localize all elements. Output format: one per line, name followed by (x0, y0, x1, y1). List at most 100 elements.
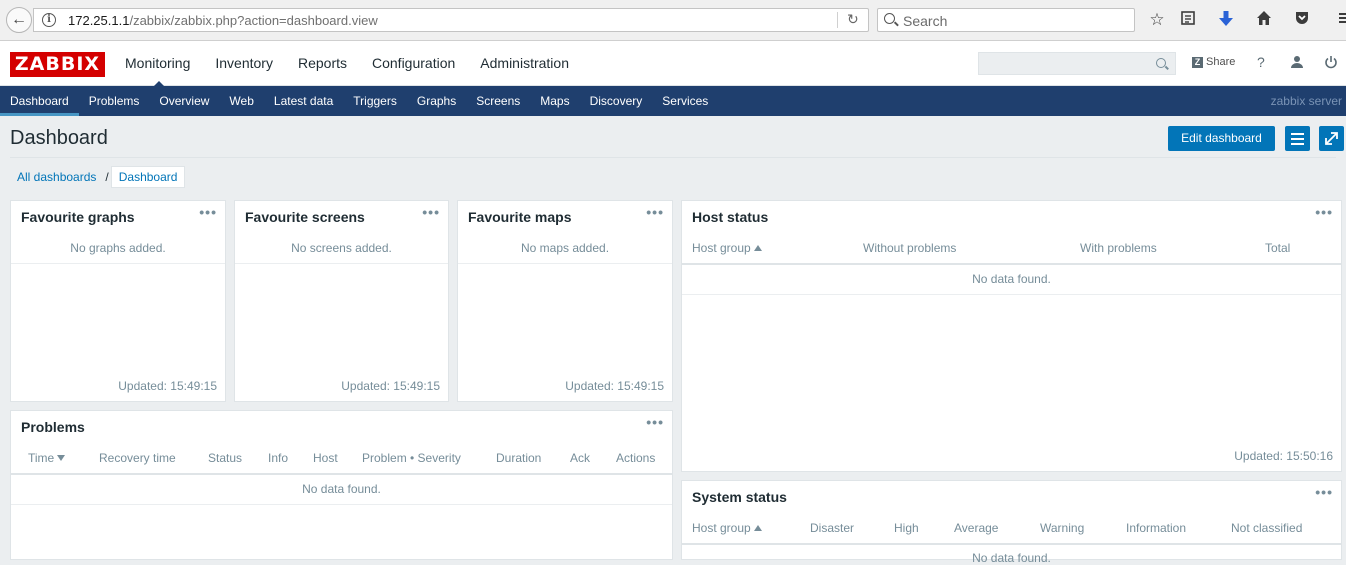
back-arrow-icon[interactable]: ← (6, 7, 32, 33)
server-name: zabbix server (1270, 94, 1342, 108)
column-header-not-classified: Not classified (1231, 521, 1303, 535)
submenu-overview[interactable]: Overview (149, 86, 219, 116)
widget-menu-icon[interactable]: ••• (1315, 204, 1333, 220)
submenu-services[interactable]: Services (652, 86, 718, 116)
sub-menu-bar: Dashboard Problems Overview Web Latest d… (0, 86, 1346, 116)
breadcrumb-dashboard[interactable]: Dashboard (110, 166, 186, 188)
empty-message: No maps added. (520, 241, 610, 255)
submenu-screens[interactable]: Screens (466, 86, 530, 116)
sign-out-icon[interactable] (1324, 55, 1338, 72)
updated-time: Updated: 15:49:15 (118, 379, 217, 393)
zabbix-share-icon: Z (1192, 56, 1203, 68)
help-icon[interactable]: ? (1257, 54, 1265, 70)
reading-list-icon[interactable] (1177, 10, 1199, 32)
widget-title: System status (692, 489, 787, 505)
column-header-host-group[interactable]: Host group (692, 521, 762, 535)
column-header-warning: Warning (1040, 521, 1085, 535)
global-search-input[interactable] (978, 52, 1176, 75)
updated-time: Updated: 15:49:15 (565, 379, 664, 393)
share-button[interactable]: Z Share (1192, 56, 1235, 68)
widget-title: Favourite maps (468, 209, 572, 225)
bookmark-star-icon[interactable]: ☆ (1146, 10, 1168, 32)
download-icon[interactable] (1215, 10, 1237, 32)
submenu-web[interactable]: Web (219, 86, 263, 116)
pocket-icon[interactable] (1291, 10, 1313, 32)
url-text: 172.25.1.1/zabbix/zabbix.php?action=dash… (68, 13, 378, 28)
search-placeholder: Search (903, 13, 948, 29)
column-header-host-group[interactable]: Host group (692, 241, 762, 255)
column-header-without-problems: Without problems (863, 241, 957, 255)
column-header-info: Info (268, 451, 289, 465)
browser-search-input[interactable]: Search (877, 8, 1135, 32)
sort-asc-icon (753, 525, 762, 531)
search-icon[interactable] (1156, 58, 1166, 68)
host-status-widget: Host status ••• Host group Without probl… (681, 200, 1342, 472)
sort-asc-icon (753, 245, 762, 251)
sort-desc-icon (57, 455, 66, 461)
browser-toolbar: ← i 172.25.1.1/zabbix/zabbix.php?action=… (0, 0, 1346, 41)
submenu-graphs[interactable]: Graphs (407, 86, 466, 116)
widget-menu-icon[interactable]: ••• (199, 204, 217, 220)
hamburger-menu-icon[interactable] (1334, 10, 1346, 32)
menu-reports[interactable]: Reports (298, 55, 347, 71)
user-profile-icon[interactable] (1290, 55, 1304, 72)
submenu-maps[interactable]: Maps (530, 86, 579, 116)
column-header-with-problems: With problems (1080, 241, 1157, 255)
submenu-triggers[interactable]: Triggers (343, 86, 407, 116)
problems-widget: Problems ••• Time Recovery time Status I… (10, 410, 673, 560)
empty-message: No data found. (972, 272, 1051, 286)
list-menu-icon (1291, 133, 1304, 135)
share-label: Share (1206, 56, 1236, 68)
column-header-actions: Actions (616, 451, 656, 465)
menu-configuration[interactable]: Configuration (372, 55, 455, 71)
table-header-divider (682, 543, 1341, 545)
submenu-problems[interactable]: Problems (79, 86, 150, 116)
table-row-divider (682, 294, 1341, 295)
widget-menu-icon[interactable]: ••• (646, 414, 664, 430)
widget-menu-icon[interactable]: ••• (1315, 484, 1333, 500)
main-header: ZABBIX Monitoring Inventory Reports Conf… (0, 41, 1346, 88)
column-header-host: Host (313, 451, 338, 465)
column-header-recovery-time: Recovery time (99, 451, 176, 465)
updated-time: Updated: 15:50:16 (1234, 449, 1333, 463)
widget-menu-icon[interactable]: ••• (646, 204, 664, 220)
url-divider (837, 12, 838, 28)
menu-monitoring[interactable]: Monitoring (125, 55, 190, 88)
submenu-latest-data[interactable]: Latest data (264, 86, 343, 116)
widget-divider (458, 263, 672, 264)
column-header-average: Average (954, 521, 999, 535)
column-header-total: Total (1265, 241, 1291, 255)
menu-administration[interactable]: Administration (480, 55, 569, 71)
empty-message: No data found. (302, 482, 381, 496)
breadcrumb: All dashboards / Dashboard (10, 166, 186, 188)
monitoring-sub-menu: Dashboard Problems Overview Web Latest d… (0, 86, 718, 116)
column-header-time[interactable]: Time (28, 451, 66, 465)
header-divider (10, 157, 1336, 158)
empty-message: No screens added. (291, 241, 392, 255)
zabbix-logo[interactable]: ZABBIX (10, 52, 105, 77)
widget-menu-icon[interactable]: ••• (422, 204, 440, 220)
table-header-divider (11, 473, 672, 475)
menu-inventory[interactable]: Inventory (215, 55, 273, 71)
breadcrumb-separator: / (105, 170, 109, 184)
fullscreen-icon (1325, 132, 1338, 145)
column-header-information: Information (1126, 521, 1187, 535)
table-header-divider (682, 263, 1341, 265)
favourite-maps-widget: Favourite maps ••• No maps added. Update… (457, 200, 673, 402)
dashboard-actions-button[interactable] (1285, 126, 1310, 151)
column-header-ack: Ack (570, 451, 591, 465)
favourite-screens-widget: Favourite screens ••• No screens added. … (234, 200, 449, 402)
system-status-widget: System status ••• Host group Disaster Hi… (681, 480, 1342, 565)
fullscreen-button[interactable] (1319, 126, 1344, 151)
favourite-graphs-widget: Favourite graphs ••• No graphs added. Up… (10, 200, 226, 402)
updated-time: Updated: 15:49:15 (341, 379, 440, 393)
submenu-dashboard[interactable]: Dashboard (0, 86, 79, 116)
submenu-discovery[interactable]: Discovery (580, 86, 653, 116)
breadcrumb-all-dashboards[interactable]: All dashboards (10, 167, 103, 187)
edit-dashboard-button[interactable]: Edit dashboard (1168, 126, 1275, 151)
site-info-icon[interactable]: i (42, 13, 56, 27)
empty-message: No data found. (972, 551, 1051, 565)
address-bar[interactable]: i 172.25.1.1/zabbix/zabbix.php?action=da… (33, 8, 869, 32)
reload-icon[interactable]: ↻ (847, 11, 859, 28)
home-icon[interactable] (1253, 10, 1275, 32)
